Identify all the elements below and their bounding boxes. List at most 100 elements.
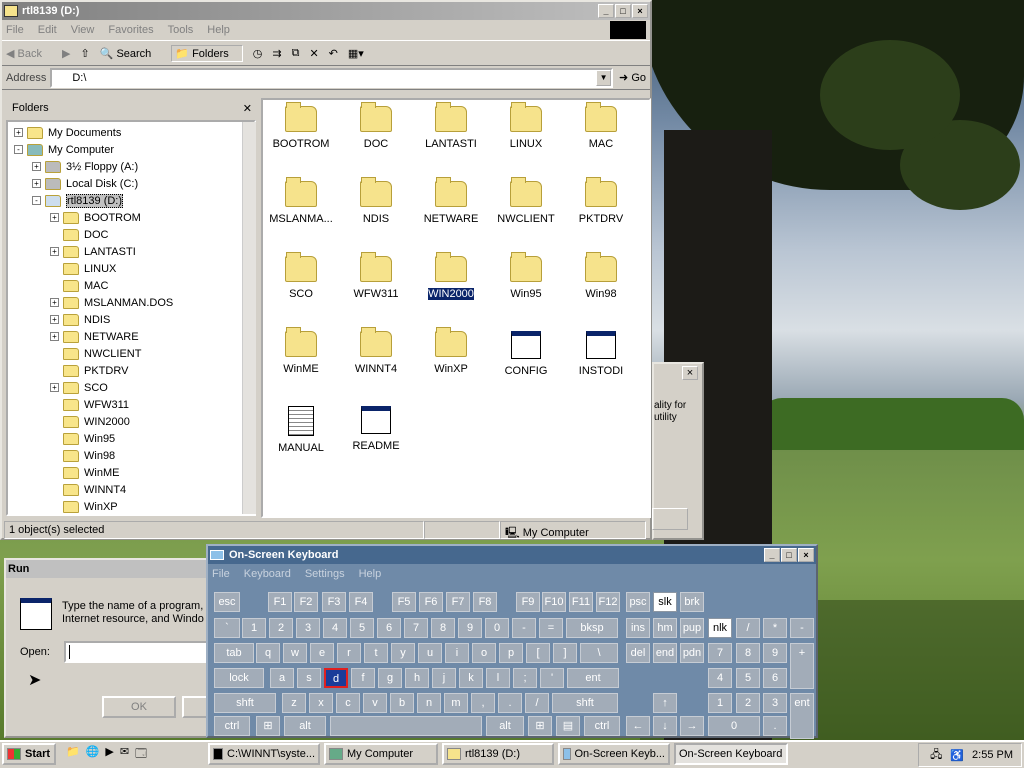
tree-item[interactable]: Win98 xyxy=(12,447,250,464)
tree-item[interactable]: DOC xyxy=(12,226,250,243)
key-F12[interactable]: F12 xyxy=(596,592,620,612)
key-`[interactable]: ` xyxy=(214,618,240,638)
file-item[interactable]: README xyxy=(340,406,412,452)
key--[interactable]: - xyxy=(512,618,536,638)
key-lock[interactable]: lock xyxy=(214,668,264,688)
key-'[interactable]: ' xyxy=(540,668,564,688)
file-item[interactable]: WFW311 xyxy=(340,252,412,300)
expand-icon[interactable]: + xyxy=(14,128,23,137)
key-psc[interactable]: psc xyxy=(626,592,650,612)
key-n[interactable]: n xyxy=(417,693,441,713)
minimize-button[interactable]: _ xyxy=(764,548,780,562)
go-button[interactable]: ➜ Go xyxy=(619,71,646,84)
collapse-icon[interactable]: - xyxy=(14,145,23,154)
file-item[interactable]: WIN2000 xyxy=(415,252,487,300)
key-F9[interactable]: F9 xyxy=(516,592,540,612)
tree-item[interactable]: + My Documents xyxy=(12,124,250,141)
expand-icon[interactable]: + xyxy=(32,162,41,171)
close-icon[interactable]: × xyxy=(682,366,698,380)
key-*[interactable]: * xyxy=(763,618,787,638)
key-f[interactable]: f xyxy=(351,668,375,688)
key-h[interactable]: h xyxy=(405,668,429,688)
expand-icon[interactable]: + xyxy=(50,315,59,324)
key-v[interactable]: v xyxy=(363,693,387,713)
key-⊞[interactable]: ⊞ xyxy=(256,716,280,736)
key-\[interactable]: \ xyxy=(580,643,618,663)
key-8[interactable]: 8 xyxy=(431,618,455,638)
key-/[interactable]: / xyxy=(525,693,549,713)
file-item[interactable]: DOC xyxy=(340,102,412,150)
menu-settings[interactable]: Settings xyxy=(305,568,345,580)
tree-item[interactable]: WINNT4 xyxy=(12,481,250,498)
key-o[interactable]: o xyxy=(472,643,496,663)
key-u[interactable]: u xyxy=(418,643,442,663)
key-ctrl[interactable]: ctrl xyxy=(214,716,250,736)
file-item[interactable]: NWCLIENT xyxy=(490,177,562,225)
key-4[interactable]: 4 xyxy=(708,668,732,688)
collapse-icon[interactable]: - xyxy=(32,196,41,205)
key-F8[interactable]: F8 xyxy=(473,592,497,612)
key-ent[interactable]: ent xyxy=(567,668,619,688)
key-e[interactable]: e xyxy=(310,643,334,663)
maximize-button[interactable]: □ xyxy=(781,548,797,562)
key-ctrl[interactable]: ctrl xyxy=(584,716,620,736)
show-desktop-icon[interactable]: 🗔 xyxy=(135,745,147,764)
key-bksp[interactable]: bksp xyxy=(566,618,618,638)
key-t[interactable]: t xyxy=(364,643,388,663)
key-8[interactable]: 8 xyxy=(736,643,760,663)
search-button[interactable]: 🔍 Search xyxy=(100,47,162,60)
key-9[interactable]: 9 xyxy=(763,643,787,663)
key-d[interactable]: d xyxy=(324,668,348,688)
key-+[interactable]: + xyxy=(790,643,814,689)
file-item[interactable]: INSTODI xyxy=(565,331,637,377)
expand-icon[interactable]: + xyxy=(50,213,59,222)
key-←[interactable]: ← xyxy=(626,716,650,736)
key-tab[interactable]: tab xyxy=(214,643,254,663)
address-input[interactable]: D:\ ▼ xyxy=(50,67,614,88)
key-1[interactable]: 1 xyxy=(708,693,732,713)
key-3[interactable]: 3 xyxy=(763,693,787,713)
tree-item[interactable]: + LANTASTI xyxy=(12,243,250,260)
key-F3[interactable]: F3 xyxy=(322,592,346,612)
expand-icon[interactable]: + xyxy=(50,383,59,392)
file-item[interactable]: NDIS xyxy=(340,177,412,225)
ok-button[interactable]: OK xyxy=(102,696,176,718)
menu-help[interactable]: Help xyxy=(359,568,382,580)
tree-item[interactable]: +3½ Floppy (A:) xyxy=(12,158,250,175)
key-2[interactable]: 2 xyxy=(736,693,760,713)
maximize-button[interactable]: □ xyxy=(615,4,631,18)
file-item[interactable]: LINUX xyxy=(490,102,562,150)
tree-item[interactable]: - My Computer xyxy=(12,141,250,158)
key-k[interactable]: k xyxy=(459,668,483,688)
key-pup[interactable]: pup xyxy=(680,618,704,638)
key-F2[interactable]: F2 xyxy=(294,592,318,612)
key-a[interactable]: a xyxy=(270,668,294,688)
key-j[interactable]: j xyxy=(432,668,456,688)
key-c[interactable]: c xyxy=(336,693,360,713)
tree-item[interactable]: NWCLIENT xyxy=(12,345,250,362)
task-cmd[interactable]: C:\WINNT\syste... xyxy=(208,743,320,765)
key-↑[interactable]: ↑ xyxy=(653,693,677,713)
menu-tools[interactable]: Tools xyxy=(168,24,194,36)
key-↓[interactable]: ↓ xyxy=(653,716,677,736)
key-9[interactable]: 9 xyxy=(458,618,482,638)
file-item[interactable]: Win98 xyxy=(565,252,637,300)
key-6[interactable]: 6 xyxy=(377,618,401,638)
key-shft[interactable]: shft xyxy=(214,693,276,713)
key-⊞[interactable]: ⊞ xyxy=(528,716,552,736)
key-,[interactable]: , xyxy=(471,693,495,713)
clock[interactable]: 2:55 PM xyxy=(972,749,1013,761)
key-nlk[interactable]: nlk xyxy=(708,618,732,638)
tree-item[interactable]: + BOOTROM xyxy=(12,209,250,226)
move-to-icon[interactable]: ⇉ xyxy=(272,47,281,60)
key-F5[interactable]: F5 xyxy=(392,592,416,612)
chevron-down-icon[interactable]: ▼ xyxy=(596,69,612,86)
file-item[interactable]: PKTDRV xyxy=(565,177,637,225)
key-▤[interactable]: ▤ xyxy=(556,716,580,736)
key-[[interactable]: [ xyxy=(526,643,550,663)
key--[interactable]: - xyxy=(790,618,814,638)
key-b[interactable]: b xyxy=(390,693,414,713)
close-button[interactable]: × xyxy=(798,548,814,562)
key-7[interactable]: 7 xyxy=(708,643,732,663)
menu-keyboard[interactable]: Keyboard xyxy=(244,568,291,580)
